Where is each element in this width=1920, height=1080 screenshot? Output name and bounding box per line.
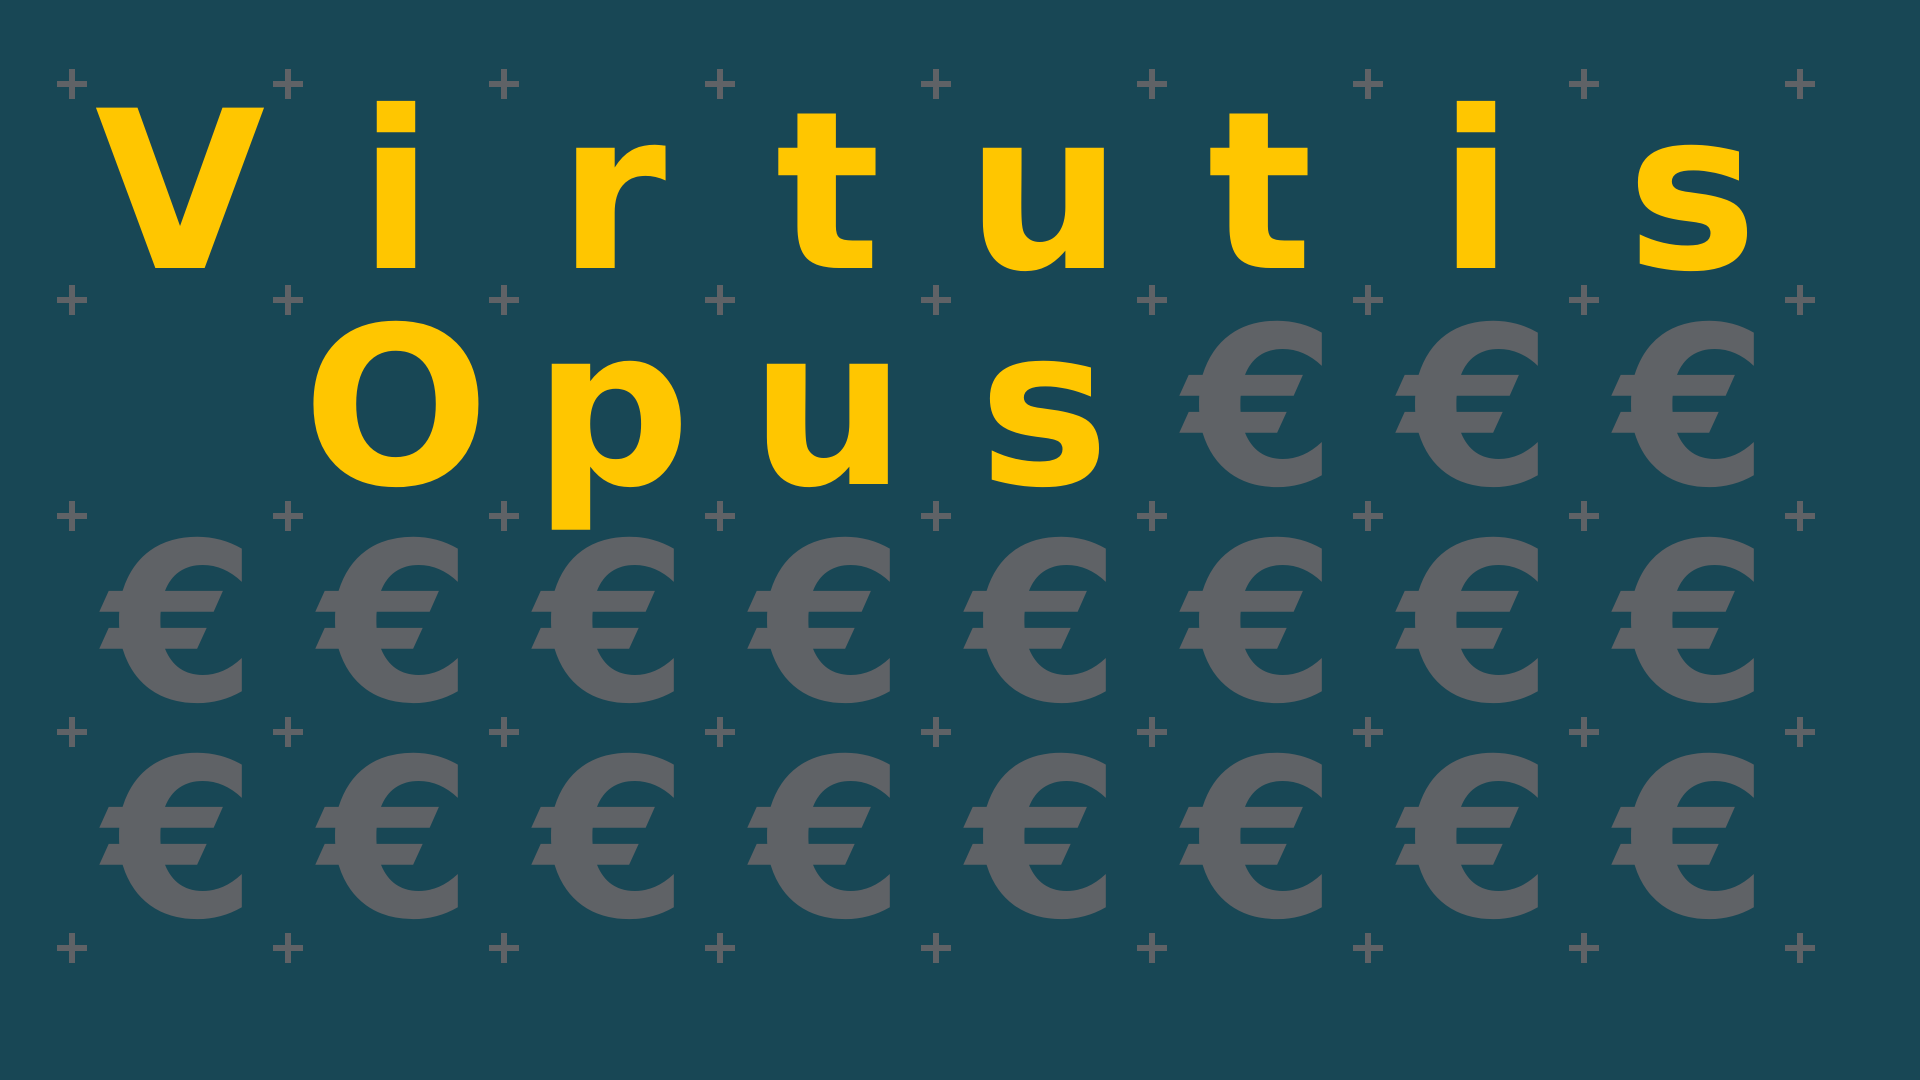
euro-symbol: €: [967, 712, 1121, 968]
euro-symbol: €: [751, 496, 905, 752]
title-letter: i: [1438, 64, 1514, 320]
title-letter: t: [1207, 64, 1313, 320]
euro-symbol: €: [103, 496, 257, 752]
euro-symbol: €: [319, 712, 473, 968]
title-letter: s: [1626, 64, 1758, 320]
euro-symbol: €: [1399, 496, 1553, 752]
euro-symbol: €: [1615, 496, 1769, 752]
title-letter: V: [94, 64, 266, 320]
title-letter: s: [978, 280, 1110, 536]
euro-symbol: €: [1183, 280, 1337, 536]
euro-symbol: €: [319, 496, 473, 752]
title-letter: p: [533, 280, 691, 536]
title-letter: r: [557, 64, 667, 320]
euro-symbol: €: [967, 496, 1121, 752]
title-letter: O: [302, 280, 490, 536]
euro-symbol: €: [1615, 280, 1769, 536]
title-letter: u: [749, 280, 907, 536]
euro-symbol: €: [535, 712, 689, 968]
title-letter: i: [358, 64, 434, 320]
euro-symbol: €: [103, 712, 257, 968]
pattern-canvas: Vi r t u t i s Op u s € € € € € € € € € € € € € € € € € € €: [0, 0, 1920, 1080]
euro-symbol: €: [751, 712, 905, 968]
title-letter: t: [775, 64, 881, 320]
euro-symbol: €: [1399, 280, 1553, 536]
title-letter: u: [965, 64, 1123, 320]
euro-symbol: €: [1183, 712, 1337, 968]
euro-symbol: €: [1183, 496, 1337, 752]
euro-symbol: €: [1615, 712, 1769, 968]
euro-symbol: €: [535, 496, 689, 752]
euro-symbol: €: [1399, 712, 1553, 968]
